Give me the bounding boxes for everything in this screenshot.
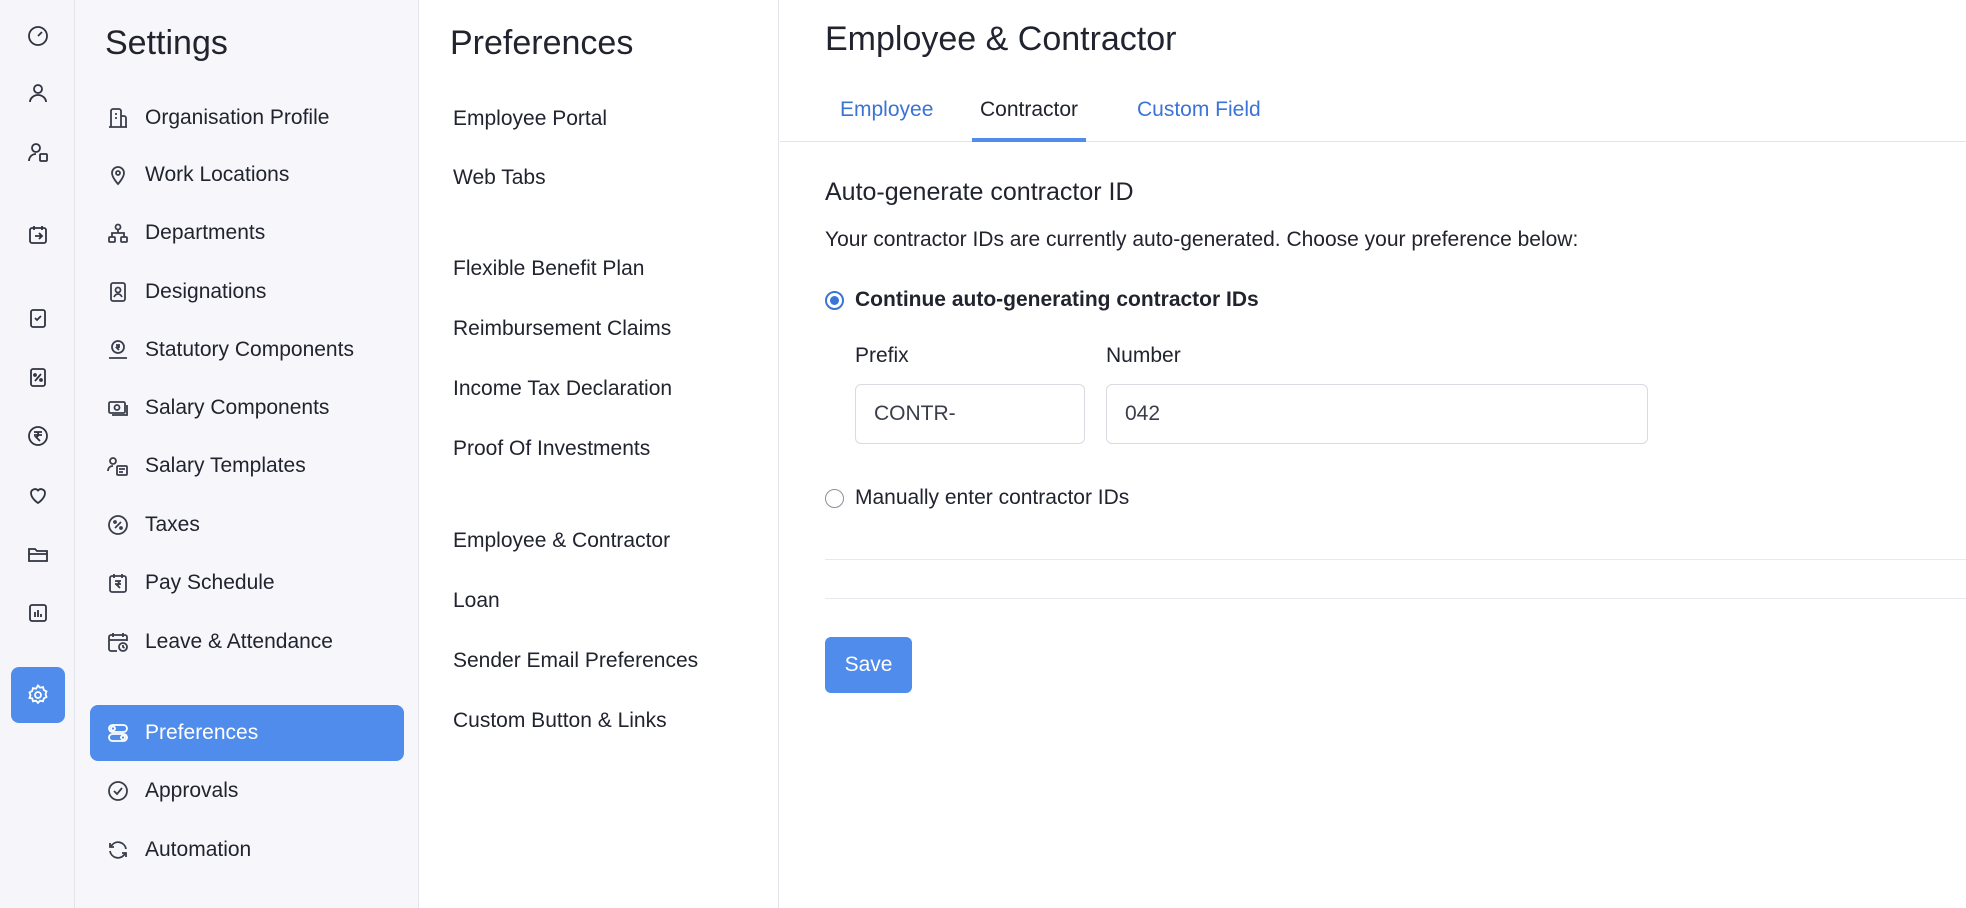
reports-icon[interactable]	[11, 585, 65, 641]
settings-item-salary-templates[interactable]: Salary Templates	[90, 438, 404, 494]
tab-bar: Employee Contractor Custom Field	[780, 86, 1966, 142]
preferences-title: Preferences	[450, 24, 634, 62]
settings-item-label: Leave & Attendance	[145, 630, 333, 653]
divider	[825, 598, 1966, 599]
settings-item-label: Salary Templates	[145, 454, 306, 477]
pref-item-custom-button-links[interactable]: Custom Button & Links	[453, 707, 667, 735]
section-title: Auto-generate contractor ID	[825, 178, 1134, 206]
rupee-hand-icon	[104, 336, 132, 364]
pref-item-proof-of-investments[interactable]: Proof Of Investments	[453, 435, 650, 463]
toggles-icon	[104, 719, 132, 747]
preferences-menu: Preferences Employee Portal Web Tabs Fle…	[420, 0, 779, 908]
number-label: Number	[1106, 344, 1181, 367]
settings-item-approvals[interactable]: Approvals	[90, 763, 404, 819]
documents-icon[interactable]	[11, 526, 65, 582]
option-auto-generate[interactable]: Continue auto-generating contractor IDs	[825, 288, 1259, 312]
settings-item-salary-components[interactable]: Salary Components	[90, 380, 404, 436]
icon-rail	[0, 0, 75, 908]
option-manual-label: Manually enter contractor IDs	[855, 486, 1130, 509]
approvals-icon[interactable]	[11, 290, 65, 346]
settings-item-pay-schedule[interactable]: Pay Schedule	[90, 555, 404, 611]
settings-item-label: Statutory Components	[145, 338, 354, 361]
settings-item-statutory-components[interactable]: Statutory Components	[90, 322, 404, 378]
contractors-icon[interactable]	[11, 124, 65, 180]
loans-icon[interactable]	[11, 349, 65, 405]
pref-item-reimbursement-claims[interactable]: Reimbursement Claims	[453, 315, 671, 343]
settings-item-designations[interactable]: Designations	[90, 264, 404, 320]
pref-item-web-tabs[interactable]: Web Tabs	[453, 164, 546, 192]
settings-title: Settings	[105, 24, 228, 62]
settings-item-label: Departments	[145, 221, 266, 244]
settings-icon[interactable]	[11, 667, 65, 723]
settings-item-organisation-profile[interactable]: Organisation Profile	[90, 90, 404, 146]
pref-item-employee-contractor[interactable]: Employee & Contractor	[453, 527, 670, 555]
pref-item-income-tax-declaration[interactable]: Income Tax Declaration	[453, 375, 672, 403]
cash-icon	[104, 394, 132, 422]
user-template-icon	[104, 452, 132, 480]
tab-contractor[interactable]: Contractor	[972, 86, 1087, 142]
tab-custom-field[interactable]: Custom Field	[1129, 86, 1269, 142]
main-content: Employee & Contractor Employee Contracto…	[780, 0, 1966, 908]
pref-item-flexible-benefit-plan[interactable]: Flexible Benefit Plan	[453, 255, 644, 283]
option-auto-generate-label: Continue auto-generating contractor IDs	[855, 288, 1259, 311]
settings-item-leave-attendance[interactable]: Leave & Attendance	[90, 614, 404, 670]
radio-auto-generate[interactable]	[825, 290, 844, 310]
radio-manual[interactable]	[825, 488, 844, 508]
rupee-calendar-icon	[104, 569, 132, 597]
number-input[interactable]	[1106, 384, 1648, 444]
settings-item-label: Organisation Profile	[145, 106, 330, 129]
settings-item-label: Pay Schedule	[145, 571, 275, 594]
payments-icon[interactable]	[11, 408, 65, 464]
pref-item-sender-email-preferences[interactable]: Sender Email Preferences	[453, 647, 698, 675]
settings-item-work-locations[interactable]: Work Locations	[90, 147, 404, 203]
employees-icon[interactable]	[11, 65, 65, 121]
settings-item-label: Salary Components	[145, 396, 330, 419]
prefix-input[interactable]	[855, 384, 1085, 444]
org-chart-icon	[104, 219, 132, 247]
pref-item-employee-portal[interactable]: Employee Portal	[453, 105, 607, 133]
benefits-icon[interactable]	[11, 467, 65, 523]
settings-item-label: Designations	[145, 280, 267, 303]
settings-item-automation[interactable]: Automation	[90, 822, 404, 878]
settings-item-departments[interactable]: Departments	[90, 205, 404, 261]
refresh-icon	[104, 836, 132, 864]
calendar-clock-icon	[104, 628, 132, 656]
settings-item-label: Approvals	[145, 779, 239, 802]
settings-sidebar: Settings Organisation Profile Work Locat…	[75, 0, 419, 908]
settings-item-label: Taxes	[145, 513, 200, 536]
divider	[825, 559, 1966, 560]
settings-item-taxes[interactable]: Taxes	[90, 497, 404, 553]
save-button[interactable]: Save	[825, 637, 912, 693]
pay-runs-icon[interactable]	[11, 207, 65, 263]
prefix-label: Prefix	[855, 344, 909, 367]
pref-item-loan[interactable]: Loan	[453, 587, 500, 615]
location-pin-icon	[104, 161, 132, 189]
settings-item-preferences[interactable]: Preferences	[90, 705, 404, 761]
id-badge-icon	[104, 278, 132, 306]
building-icon	[104, 104, 132, 132]
settings-item-label: Preferences	[145, 721, 259, 744]
tab-employee[interactable]: Employee	[832, 86, 941, 142]
percent-circle-icon	[104, 511, 132, 539]
settings-item-label: Work Locations	[145, 163, 290, 186]
option-manual[interactable]: Manually enter contractor IDs	[825, 486, 1129, 510]
settings-item-label: Automation	[145, 838, 252, 861]
check-circle-icon	[104, 777, 132, 805]
dashboard-icon[interactable]	[11, 8, 65, 64]
page-title: Employee & Contractor	[825, 20, 1177, 58]
section-description: Your contractor IDs are currently auto-g…	[825, 228, 1579, 251]
